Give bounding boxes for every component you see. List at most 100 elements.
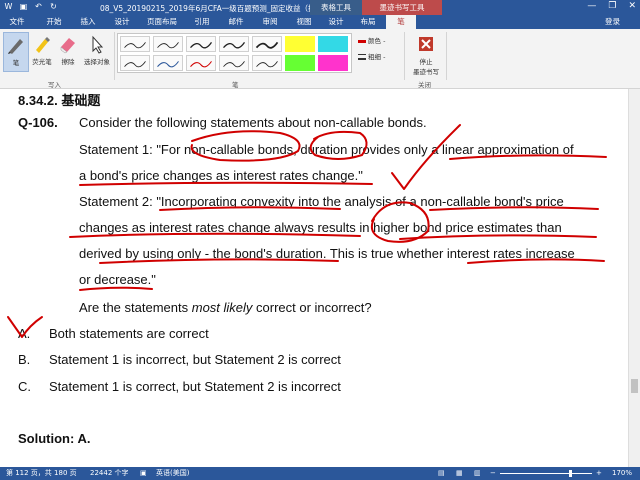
eraser-icon	[58, 34, 78, 54]
vertical-scrollbar[interactable]	[628, 89, 640, 467]
ribbon-tabs: 文件 开始 插入 设计 页面布局 引用 邮件 审阅 视图 设计 布局 笔 登录	[0, 15, 640, 29]
question-text: Consider the following statements about …	[79, 115, 427, 130]
zoom-level[interactable]: 170%	[612, 467, 632, 480]
highlighter-green[interactable]	[285, 55, 315, 71]
option-b-text: Statement 1 is incorrect, but Statement …	[49, 352, 341, 367]
tab-page-layout[interactable]: 页面布局	[142, 15, 182, 29]
tab-pens[interactable]: 笔	[386, 15, 416, 29]
login-link[interactable]: 登录	[605, 16, 620, 27]
proofing-icon[interactable]: ▣	[140, 467, 147, 480]
select-objects-button[interactable]: 选择对象	[81, 32, 113, 72]
restore-button[interactable]: ❐	[608, 1, 616, 11]
save-icon[interactable]: ▣	[19, 2, 28, 12]
web-layout-icon[interactable]: ▥	[474, 467, 481, 480]
title-bar: W ▣ ↶ ↻ 08_V5_20190215_2019年6月CFA一级百题预测_…	[0, 0, 640, 15]
color-icon	[358, 39, 366, 43]
stop-label-2: 墨迹书写	[413, 68, 439, 76]
pen-style-3[interactable]	[186, 36, 216, 52]
option-c-letter: C.	[18, 379, 31, 394]
pen-style-5[interactable]	[252, 36, 282, 52]
pen-style-9[interactable]	[219, 55, 249, 71]
ink-underline-price-changes	[79, 181, 373, 186]
pen-style-8[interactable]	[186, 55, 216, 71]
highlighter-tool-label: 荧光笔	[32, 58, 52, 66]
pen-gallery[interactable]	[117, 33, 352, 73]
thickness-icon	[358, 54, 366, 60]
document-page[interactable]: 8.34.2. 基础题 Q-106. Consider the followin…	[0, 89, 628, 467]
context-table-tools: 表格工具	[310, 0, 362, 15]
word-count[interactable]: 22442 个字	[90, 467, 129, 480]
group-divider	[404, 32, 405, 80]
language-indicator[interactable]: 英语(美国)	[156, 467, 189, 480]
color-label: 颜色 -	[368, 37, 386, 45]
stop-label-1: 停止	[419, 58, 433, 66]
thickness-dropdown[interactable]: 粗细 -	[358, 51, 385, 61]
pen-style-6[interactable]	[120, 55, 150, 71]
zoom-slider-knob[interactable]	[569, 470, 572, 477]
undo-icon[interactable]: ↶	[34, 2, 43, 12]
tab-file[interactable]: 文件	[0, 15, 34, 29]
answer-prompt: Are the statements most likely correct o…	[79, 300, 372, 315]
tab-mailings[interactable]: 邮件	[222, 15, 250, 29]
redo-icon[interactable]: ↻	[49, 2, 58, 12]
minimize-button[interactable]: —	[587, 1, 596, 11]
group-close-label: 关闭	[418, 81, 431, 89]
highlighter-tool-button[interactable]: 荧光笔	[29, 32, 55, 72]
prompt-italic: most likely	[191, 300, 253, 315]
tab-view[interactable]: 视图	[290, 15, 318, 29]
highlighter-yellow[interactable]	[285, 36, 315, 52]
eraser-tool-button[interactable]: 擦除	[55, 32, 81, 72]
tab-insert[interactable]: 插入	[74, 15, 102, 29]
pen-icon	[6, 35, 26, 55]
tab-table-design[interactable]: 设计	[322, 15, 350, 29]
tab-review[interactable]: 审阅	[256, 15, 284, 29]
print-layout-icon[interactable]: ▦	[456, 467, 463, 480]
statement-1-line-1: Statement 1: "For non-callable bonds, du…	[79, 142, 574, 157]
pen-style-1[interactable]	[120, 36, 150, 52]
highlighter-icon	[32, 34, 52, 54]
prompt-post: correct or incorrect?	[252, 300, 372, 315]
tab-design[interactable]: 设计	[108, 15, 136, 29]
group-divider	[446, 32, 447, 80]
close-button[interactable]: ✕	[628, 1, 636, 11]
highlighter-cyan[interactable]	[318, 36, 348, 52]
group-write-label: 写入	[48, 81, 61, 89]
zoom-slider[interactable]	[500, 473, 592, 474]
option-c-text: Statement 1 is correct, but Statement 2 …	[49, 379, 341, 394]
color-dropdown[interactable]: 颜色 -	[358, 35, 385, 45]
solution-text: Solution: A.	[18, 431, 91, 446]
read-mode-icon[interactable]: ▤	[438, 467, 445, 480]
statement-2-line-1: Statement 2: "Incorporating convexity in…	[79, 194, 564, 209]
quick-access-toolbar: W ▣ ↶ ↻	[4, 2, 58, 12]
page-count[interactable]: 第 112 页，共 180 页	[6, 467, 77, 480]
ribbon-pens: 笔 荧光笔 擦除 选择对象 写入 笔 颜色 - 粗细 - 停止 墨迹书写 关闭	[0, 29, 640, 89]
pen-tool-button[interactable]: 笔	[3, 32, 29, 72]
statement-1-line-2: a bond's price changes as interest rates…	[79, 168, 363, 183]
pen-style-2[interactable]	[153, 36, 183, 52]
statement-2-line-4: or decrease."	[79, 272, 156, 287]
question-number: Q-106.	[18, 115, 58, 130]
select-objects-label: 选择对象	[84, 58, 110, 66]
tab-home[interactable]: 开始	[40, 15, 68, 29]
status-bar: 第 112 页，共 180 页 22442 个字 ▣ 英语(美国) ▤ ▦ ▥ …	[0, 467, 640, 480]
pen-style-7[interactable]	[153, 55, 183, 71]
prompt-pre: Are the statements	[79, 300, 192, 315]
stop-inking-button[interactable]: 停止 墨迹书写	[408, 32, 444, 76]
word-icon: W	[4, 2, 13, 11]
ink-checkmark	[391, 124, 461, 190]
statement-2-line-2: changes as interest rates change always …	[79, 220, 562, 235]
tab-table-layout[interactable]: 布局	[354, 15, 382, 29]
scrollbar-thumb[interactable]	[631, 379, 638, 393]
eraser-tool-label: 擦除	[61, 58, 75, 66]
highlighter-magenta[interactable]	[318, 55, 348, 71]
zoom-in-icon[interactable]: +	[596, 467, 602, 480]
group-pens-label: 笔	[232, 81, 239, 89]
pen-style-10[interactable]	[252, 55, 282, 71]
tab-references[interactable]: 引用	[188, 15, 216, 29]
thickness-label: 粗细 -	[368, 53, 386, 61]
zoom-out-icon[interactable]: −	[490, 467, 496, 480]
ink-underline-s2-l2b	[399, 234, 597, 240]
window-title: 08_V5_20190215_2019年6月CFA一级百题预测_固定收益（授..…	[100, 4, 323, 13]
option-a-text: Both statements are correct	[49, 326, 209, 341]
pen-style-4[interactable]	[219, 36, 249, 52]
